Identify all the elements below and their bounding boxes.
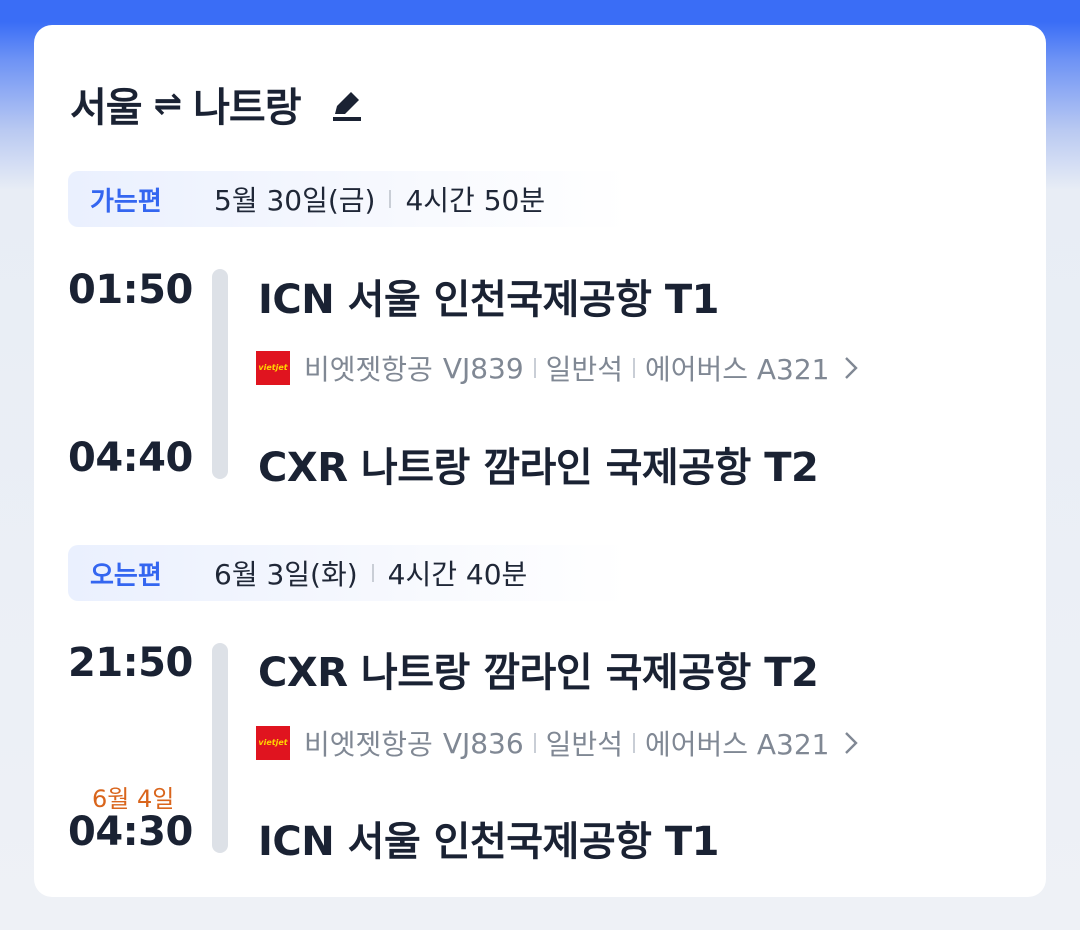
inbound-header: 오는편 6월 3일(화) 4시간 40분 (68, 545, 628, 601)
divider (371, 564, 374, 582)
swap-arrows-icon: ⇌ (153, 84, 182, 124)
divider (533, 733, 536, 753)
chevron-right-icon (844, 357, 858, 379)
divider (389, 190, 392, 208)
divider (632, 358, 635, 378)
destination-city: 나트랑 (193, 85, 301, 131)
inbound-airline: 비엣젯항공 (304, 728, 433, 761)
inbound-flight-info[interactable]: vietjet 비엣젯항공 VJ836 일반석 에어버스 A321 (256, 723, 860, 763)
pencil-icon[interactable] (327, 84, 367, 124)
outbound-aircraft: 에어버스 A321 (644, 353, 830, 386)
outbound-date: 5월 30일(금) (214, 184, 376, 217)
inbound-aircraft: 에어버스 A321 (644, 728, 830, 761)
outbound-header: 가는편 5월 30일(금) 4시간 50분 (68, 171, 628, 227)
origin-city: 서울 (70, 85, 143, 131)
itinerary-card: 서울 ⇌ 나트랑 가는편 5월 30일(금) 4시간 50분 01:50 ICN… (34, 25, 1046, 897)
inbound-date: 6월 3일(화) (214, 558, 358, 591)
outbound-duration: 4시간 50분 (405, 184, 546, 217)
vietjet-logo-icon: vietjet (256, 351, 290, 385)
divider (533, 358, 536, 378)
outbound-depart-airport: ICN 서울 인천국제공항 T1 (258, 277, 720, 323)
inbound-arrive-time: 04:30 (68, 809, 193, 855)
inbound-timeline (212, 643, 228, 853)
outbound-badge: 가는편 (90, 186, 162, 217)
divider (632, 733, 635, 753)
outbound-flight-no: VJ839 (442, 351, 524, 385)
inbound-depart-airport: CXR 나트랑 깜라인 국제공항 T2 (258, 650, 819, 696)
outbound-depart-time: 01:50 (68, 267, 193, 313)
vietjet-logo-icon: vietjet (256, 726, 290, 760)
inbound-arrive-airport: ICN 서울 인천국제공항 T1 (258, 819, 720, 865)
inbound-depart-time: 21:50 (68, 640, 193, 686)
outbound-airline: 비엣젯항공 (304, 353, 433, 386)
outbound-timeline (212, 269, 228, 479)
outbound-arrive-time: 04:40 (68, 435, 193, 481)
inbound-flight-no: VJ836 (442, 726, 524, 760)
inbound-duration: 4시간 40분 (387, 558, 528, 591)
inbound-cabin: 일반석 (545, 728, 623, 761)
inbound-badge: 오는편 (90, 560, 162, 591)
outbound-cabin: 일반석 (545, 353, 623, 386)
outbound-flight-info[interactable]: vietjet 비엣젯항공 VJ839 일반석 에어버스 A321 (256, 348, 860, 388)
chevron-right-icon (844, 732, 858, 754)
outbound-arrive-airport: CXR 나트랑 깜라인 국제공항 T2 (258, 445, 819, 491)
route-title: 서울 ⇌ 나트랑 (70, 75, 367, 133)
